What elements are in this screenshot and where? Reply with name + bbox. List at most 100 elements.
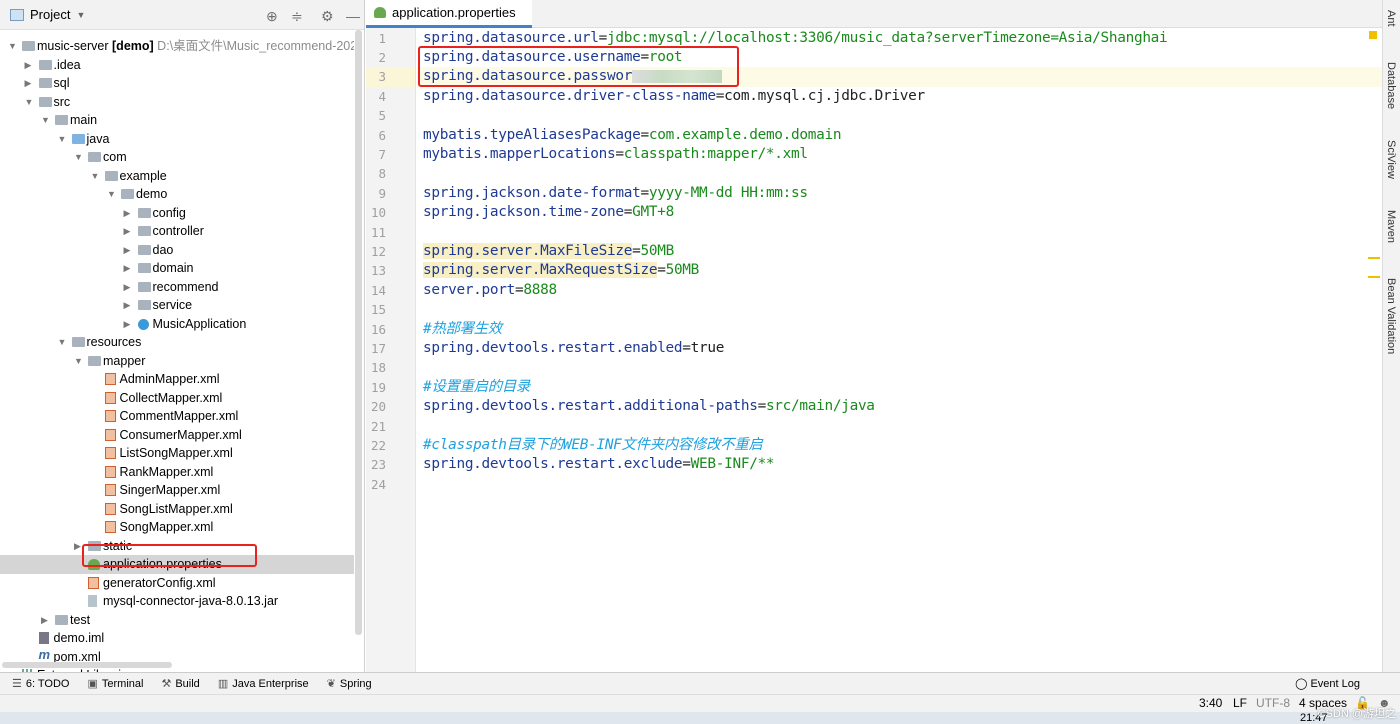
tree-item[interactable]: CommentMapper.xml (0, 407, 354, 426)
code-line[interactable]: #设置重启的目录 (423, 378, 530, 397)
minimize-icon[interactable]: — (346, 8, 360, 24)
tool-window-terminal[interactable]: ▣ Terminal (87, 677, 143, 691)
collapsed-arrow-icon[interactable]: ▶ (25, 56, 32, 75)
tree-item[interactable]: ▼ resources (0, 333, 354, 352)
tree-item[interactable]: ▼ music-server [demo] D:\桌面文件\Music_recom… (0, 37, 354, 56)
tree-horizontal-scrollbar[interactable] (2, 662, 172, 668)
tree-item[interactable]: ▶ config (0, 204, 354, 223)
expanded-arrow-icon[interactable]: ▼ (91, 167, 100, 186)
right-tool-ant[interactable]: Ant (1385, 10, 1397, 27)
tool-window-build[interactable]: ⚒ Build (161, 677, 199, 691)
tree-item[interactable]: ▶ controller (0, 222, 354, 241)
tree-item-name: AdminMapper.xml (119, 372, 220, 386)
right-tool-sciview[interactable]: SciView (1385, 140, 1397, 179)
code-line[interactable]: #热部署生效 (423, 320, 502, 339)
collapsed-arrow-icon[interactable]: ▶ (124, 241, 131, 260)
tree-item[interactable]: SongListMapper.xml (0, 500, 354, 519)
tree-item-name: .idea (53, 57, 81, 72)
tool-window-java-enterprise[interactable]: ▥ Java Enterprise (218, 677, 309, 691)
code-line[interactable]: spring.server.MaxFileSize=50MB (423, 242, 674, 261)
tree-item[interactable]: ▶ test (0, 611, 354, 630)
code-line[interactable]: spring.server.MaxRequestSize=50MB (423, 261, 699, 280)
tree-item[interactable]: ▶ MusicApplication (0, 315, 354, 334)
tree-item[interactable]: SingerMapper.xml (0, 481, 354, 500)
expanded-arrow-icon[interactable]: ▼ (58, 333, 67, 352)
tree-item[interactable]: ▶ sql (0, 74, 354, 93)
inspection-status-icon[interactable] (1369, 31, 1377, 39)
expanded-arrow-icon[interactable]: ▼ (74, 148, 83, 167)
right-tool-maven[interactable]: Maven (1385, 210, 1397, 243)
collapsed-arrow-icon[interactable]: ▶ (74, 537, 81, 556)
tree-item[interactable]: demo.iml (0, 629, 354, 648)
tree-item[interactable]: ▼ example (0, 167, 354, 186)
file-encoding[interactable]: UTF-8 (1256, 696, 1290, 710)
collapsed-arrow-icon[interactable]: ▶ (124, 296, 131, 315)
tree-item[interactable]: ▶ service (0, 296, 354, 315)
tree-item[interactable]: ▶ domain (0, 259, 354, 278)
project-panel: Project ▼ ⊕ ≑ ⚙ — ▼ music-server [demo] D… (0, 0, 365, 672)
tree-item[interactable]: mysql-connector-java-8.0.13.jar (0, 592, 354, 611)
expanded-arrow-icon[interactable]: ▼ (41, 111, 50, 130)
tree-item[interactable]: CollectMapper.xml (0, 389, 354, 408)
warning-marker[interactable] (1368, 276, 1380, 278)
tree-item[interactable]: SongMapper.xml (0, 518, 354, 537)
tree-item[interactable]: ▼ java (0, 130, 354, 149)
code-line[interactable]: spring.devtools.restart.exclude=WEB-INF/… (423, 455, 775, 474)
collapsed-arrow-icon[interactable]: ▶ (124, 222, 131, 241)
expanded-arrow-icon[interactable]: ▼ (25, 93, 34, 112)
code-line[interactable]: spring.jackson.date-format=yyyy-MM-dd HH… (423, 184, 808, 203)
tree-item[interactable]: ▶ recommend (0, 278, 354, 297)
caret-position[interactable]: 3:40 (1199, 696, 1222, 710)
code-line[interactable]: spring.datasource.driver-class-name=com.… (423, 87, 925, 106)
tree-vertical-scrollbar[interactable] (355, 30, 362, 635)
tree-item[interactable]: ListSongMapper.xml (0, 444, 354, 463)
gear-icon[interactable]: ⚙ (321, 8, 334, 25)
collapsed-arrow-icon[interactable]: ▶ (124, 315, 131, 334)
xml-icon (104, 410, 116, 422)
tool-window--todo[interactable]: ☰ 6: TODO (12, 677, 69, 691)
tree-item[interactable]: ConsumerMapper.xml (0, 426, 354, 445)
code-line[interactable]: server.port=8888 (423, 281, 557, 300)
hammer-icon: ⚒ (161, 678, 172, 690)
tab-application-properties[interactable]: application.properties (366, 0, 532, 28)
project-view-selector[interactable]: Project (30, 7, 70, 22)
code-line[interactable]: spring.datasource.url=jdbc:mysql://local… (423, 29, 1168, 48)
tree-item[interactable]: generatorConfig.xml (0, 574, 354, 593)
tree-item[interactable]: ▼ com (0, 148, 354, 167)
tree-item[interactable]: ▼ main (0, 111, 354, 130)
expanded-arrow-icon[interactable]: ▼ (74, 352, 83, 371)
collapse-all-icon[interactable]: ≑ (291, 8, 303, 25)
chevron-down-icon[interactable]: ▼ (76, 10, 85, 20)
tree-item[interactable]: ▶ .idea (0, 56, 354, 75)
warning-marker[interactable] (1368, 257, 1380, 259)
line-number: 4 (378, 88, 386, 104)
line-number: 23 (370, 457, 386, 473)
collapsed-arrow-icon[interactable]: ▶ (124, 259, 131, 278)
collapsed-arrow-icon[interactable]: ▶ (124, 204, 131, 223)
code-editor[interactable]: spring.datasource.url=jdbc:mysql://local… (417, 28, 1382, 672)
expanded-arrow-icon[interactable]: ▼ (58, 130, 67, 149)
collapsed-arrow-icon[interactable]: ▶ (41, 611, 48, 630)
code-line[interactable]: mybatis.mapperLocations=classpath:mapper… (423, 145, 808, 164)
code-line[interactable]: #classpath目录下的WEB-INF文件夹内容修改不重启 (423, 436, 763, 455)
tree-item[interactable]: AdminMapper.xml (0, 370, 354, 389)
expanded-arrow-icon[interactable]: ▼ (8, 37, 17, 56)
expanded-arrow-icon[interactable]: ▼ (107, 185, 116, 204)
locate-icon[interactable]: ⊕ (266, 8, 278, 25)
code-line[interactable]: spring.devtools.restart.enabled=true (423, 339, 724, 358)
tree-item[interactable]: ▼ demo (0, 185, 354, 204)
tree-item[interactable]: RankMapper.xml (0, 463, 354, 482)
tool-window-spring[interactable]: ❦ Spring (327, 677, 372, 691)
right-tool-database[interactable]: Database (1385, 62, 1397, 109)
collapsed-arrow-icon[interactable]: ▶ (25, 74, 32, 93)
collapsed-arrow-icon[interactable]: ▶ (124, 278, 131, 297)
tree-item[interactable]: ▼ src (0, 93, 354, 112)
code-line[interactable]: spring.devtools.restart.additional-paths… (423, 397, 875, 416)
right-tool-bean-validation[interactable]: Bean Validation (1385, 278, 1397, 354)
tree-item[interactable]: ▶ dao (0, 241, 354, 260)
event-log-button[interactable]: ◯ Event Log (1295, 677, 1360, 690)
tree-item[interactable]: ▼ mapper (0, 352, 354, 371)
line-separator[interactable]: LF (1233, 696, 1247, 710)
code-line[interactable]: spring.jackson.time-zone=GMT+8 (423, 203, 674, 222)
code-line[interactable]: mybatis.typeAliasesPackage=com.example.d… (423, 126, 842, 145)
